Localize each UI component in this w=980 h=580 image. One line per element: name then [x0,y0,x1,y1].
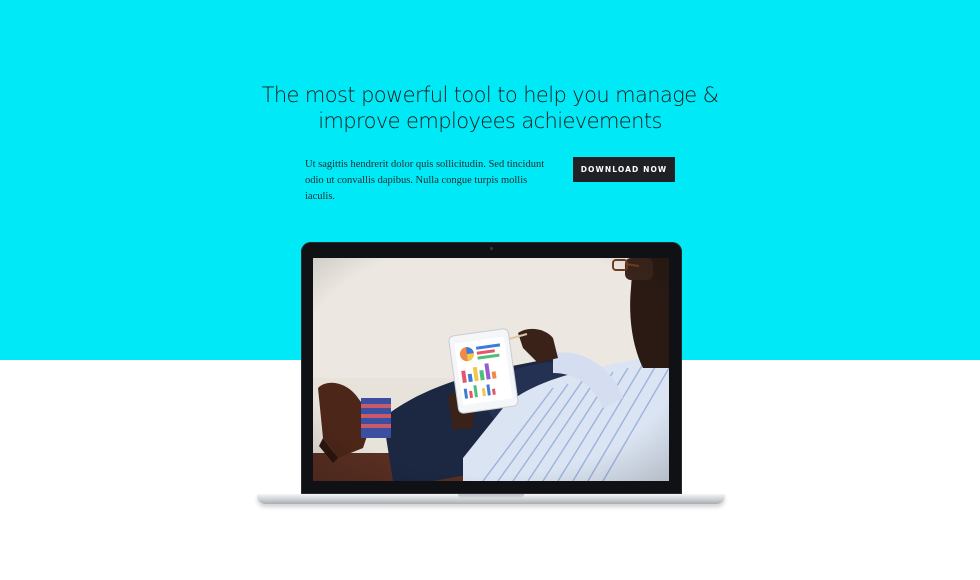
hero-headline: The most powerful tool to help you manag… [0,82,980,134]
laptop-opening-notch [458,494,524,499]
man-using-tablet-photo [313,258,669,481]
hero-intro-text: Ut sagittis hendrerit dolor quis sollici… [305,159,545,202]
laptop-mockup [257,242,725,512]
download-now-button[interactable]: DOWNLOAD NOW [573,157,675,182]
laptop-bezel [301,242,682,494]
laptop-screen-photo [313,258,669,481]
laptop-camera [490,247,493,250]
headline-line-1: The most powerful tool to help you manag… [261,83,719,107]
headline-line-2: improve employees achievements [318,109,662,133]
